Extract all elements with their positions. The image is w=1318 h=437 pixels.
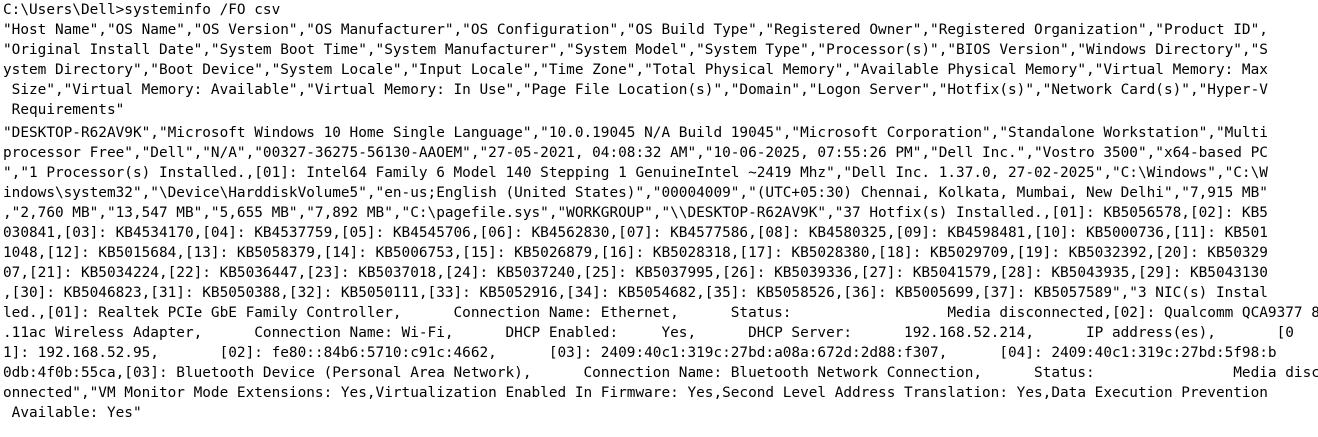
csv-value-line: ,[30]: KB5046823,[31]: KB5050388,[32]: K…: [3, 285, 1268, 301]
csv-value-line: led.,[01]: Realtek PCIe GbE Family Contr…: [3, 305, 1318, 321]
csv-header-line: "Original Install Date","System Boot Tim…: [3, 42, 1268, 58]
csv-value-line: .11ac Wireless Adapter, Connection Name:…: [3, 325, 1294, 341]
csv-value-line: ","1 Processor(s) Installed.,[01]: Intel…: [3, 165, 1268, 181]
csv-header-line: Size","Virtual Memory: Available","Virtu…: [3, 82, 1268, 98]
csv-header-block: "Host Name","OS Name","OS Version","OS M…: [0, 20, 1318, 120]
csv-value-line: 07,[21]: KB5034224,[22]: KB5036447,[23]:…: [3, 265, 1268, 281]
csv-value-line: ,"2,760 MB","13,547 MB","5,655 MB","7,89…: [3, 205, 1268, 221]
csv-value-line: processor Free","Dell","N/A","00327-3627…: [3, 145, 1268, 161]
csv-value-line: "DESKTOP-R62AV9K","Microsoft Windows 10 …: [3, 125, 1268, 141]
csv-value-line: indows\system32","\Device\HarddiskVolume…: [3, 185, 1268, 201]
csv-value-line: 1048,[12]: KB5015684,[13]: KB5058379,[14…: [3, 245, 1268, 261]
csv-values-block: "DESKTOP-R62AV9K","Microsoft Windows 10 …: [0, 123, 1318, 423]
csv-value-line: onnected","VM Monitor Mode Extensions: Y…: [3, 385, 1268, 401]
csv-value-line: 1]: 192.168.52.95, [02]: fe80::84b6:5710…: [3, 345, 1277, 361]
command-prompt-line: C:\Users\Dell>systeminfo /FO csv: [3, 2, 281, 18]
csv-header-line: ystem Directory","Boot Device","System L…: [3, 62, 1268, 78]
command-prompt-output[interactable]: C:\Users\Dell>systeminfo /FO csv "Host N…: [0, 0, 1318, 437]
csv-value-line: Available: Yes": [3, 405, 142, 421]
csv-header-line: Requirements": [3, 102, 125, 118]
csv-value-line: 030841,[03]: KB4534170,[04]: KB4537759,[…: [3, 225, 1268, 241]
csv-value-line: 0db:4f0b:55ca,[03]: Bluetooth Device (Pe…: [3, 365, 1318, 381]
csv-header-line: "Host Name","OS Name","OS Version","OS M…: [3, 22, 1268, 38]
